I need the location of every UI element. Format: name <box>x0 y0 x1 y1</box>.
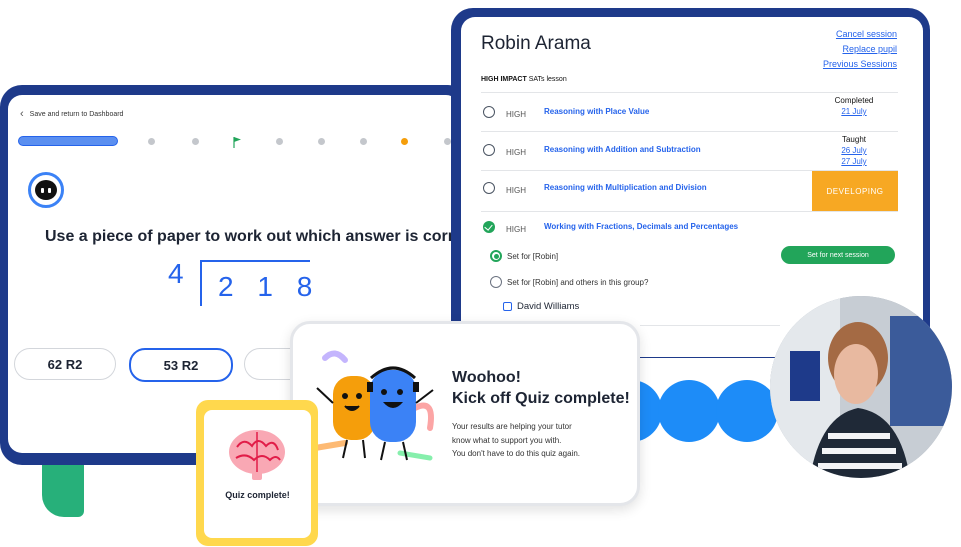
lesson-date-link[interactable]: 26 July <box>819 145 889 156</box>
progress-step <box>276 138 283 145</box>
back-label: Save and return to Dashboard <box>29 110 124 118</box>
lesson-radio[interactable] <box>483 144 495 156</box>
long-division-problem: 4 <box>168 258 184 306</box>
lesson-radio[interactable] <box>483 106 495 118</box>
progress-step <box>360 138 367 145</box>
group-member-name: David Williams <box>517 301 580 312</box>
chevron-left-icon: ‹ <box>20 108 24 120</box>
lesson-topic-link[interactable]: Working with Fractions, Decimals and Per… <box>544 222 738 231</box>
lesson-complete-check-icon[interactable] <box>483 221 495 233</box>
divider <box>640 325 780 326</box>
completion-title: Woohoo! Kick off Quiz complete! <box>452 369 630 407</box>
session-links: Cancel session Replace pupil Previous Se… <box>823 27 897 72</box>
quiz-question: Use a piece of paper to work out which a… <box>45 228 483 245</box>
tutor-photo <box>770 296 952 478</box>
lesson-date-link[interactable]: 27 July <box>819 156 889 167</box>
divider <box>481 92 898 93</box>
quiz-progress <box>16 135 460 148</box>
robot-avatar-icon <box>28 172 64 208</box>
cancel-session-link[interactable]: Cancel session <box>823 27 897 42</box>
progress-bar-fill <box>18 136 118 146</box>
flag-icon <box>233 135 241 148</box>
division-bracket-top <box>200 260 310 262</box>
answer-option[interactable]: 62 R2 <box>14 348 116 380</box>
divider <box>481 131 898 132</box>
lesson-topic-link[interactable]: Reasoning with Multiplication and Divisi… <box>544 183 707 192</box>
celebrating-characters-illustration <box>305 348 445 468</box>
lesson-date-link[interactable]: 21 July <box>819 106 889 117</box>
lesson-heading: HIGH IMPACT SATs lesson <box>481 76 567 83</box>
lesson-topic-link[interactable]: Reasoning with Addition and Subtraction <box>544 145 701 154</box>
lesson-level: HIGH <box>506 110 526 119</box>
lesson-radio[interactable] <box>483 182 495 194</box>
progress-step <box>192 138 199 145</box>
brain-icon <box>222 422 292 482</box>
developing-badge: DEVELOPING <box>812 171 898 211</box>
lesson-status: Completed 21 July <box>819 95 889 117</box>
lesson-level: HIGH <box>506 148 526 157</box>
divisor: 4 <box>168 258 184 289</box>
pupil-name: Robin Arama <box>481 33 591 54</box>
previous-sessions-link[interactable]: Previous Sessions <box>823 57 897 72</box>
back-to-dashboard-link[interactable]: ‹ Save and return to Dashboard <box>20 108 123 120</box>
progress-step <box>318 138 325 145</box>
divider <box>481 211 898 212</box>
completion-message: Your results are helping your tutor know… <box>452 422 580 458</box>
set-for-group-radio[interactable] <box>490 276 502 288</box>
progress-step <box>148 138 155 145</box>
lesson-level: HIGH <box>506 225 526 234</box>
dividend: 2 1 8 <box>218 271 321 302</box>
replace-pupil-link[interactable]: Replace pupil <box>823 42 897 57</box>
division-bracket <box>200 260 202 306</box>
progress-step-current <box>401 138 408 145</box>
set-for-next-session-button[interactable]: Set for next session <box>781 246 895 264</box>
progress-step <box>444 138 451 145</box>
badge-label: Quiz complete! <box>225 490 290 500</box>
lesson-topic-link[interactable]: Reasoning with Place Value <box>544 107 649 116</box>
set-for-pupil-radio[interactable] <box>490 250 502 262</box>
group-member-checkbox[interactable] <box>503 302 512 311</box>
lesson-status: Taught 26 July 27 July <box>819 134 889 167</box>
set-for-group-label: Set for [Robin] and others in this group… <box>507 278 649 287</box>
lesson-level: HIGH <box>506 186 526 195</box>
answer-option[interactable]: 53 R2 <box>129 348 233 382</box>
set-for-pupil-label: Set for [Robin] <box>507 252 559 261</box>
